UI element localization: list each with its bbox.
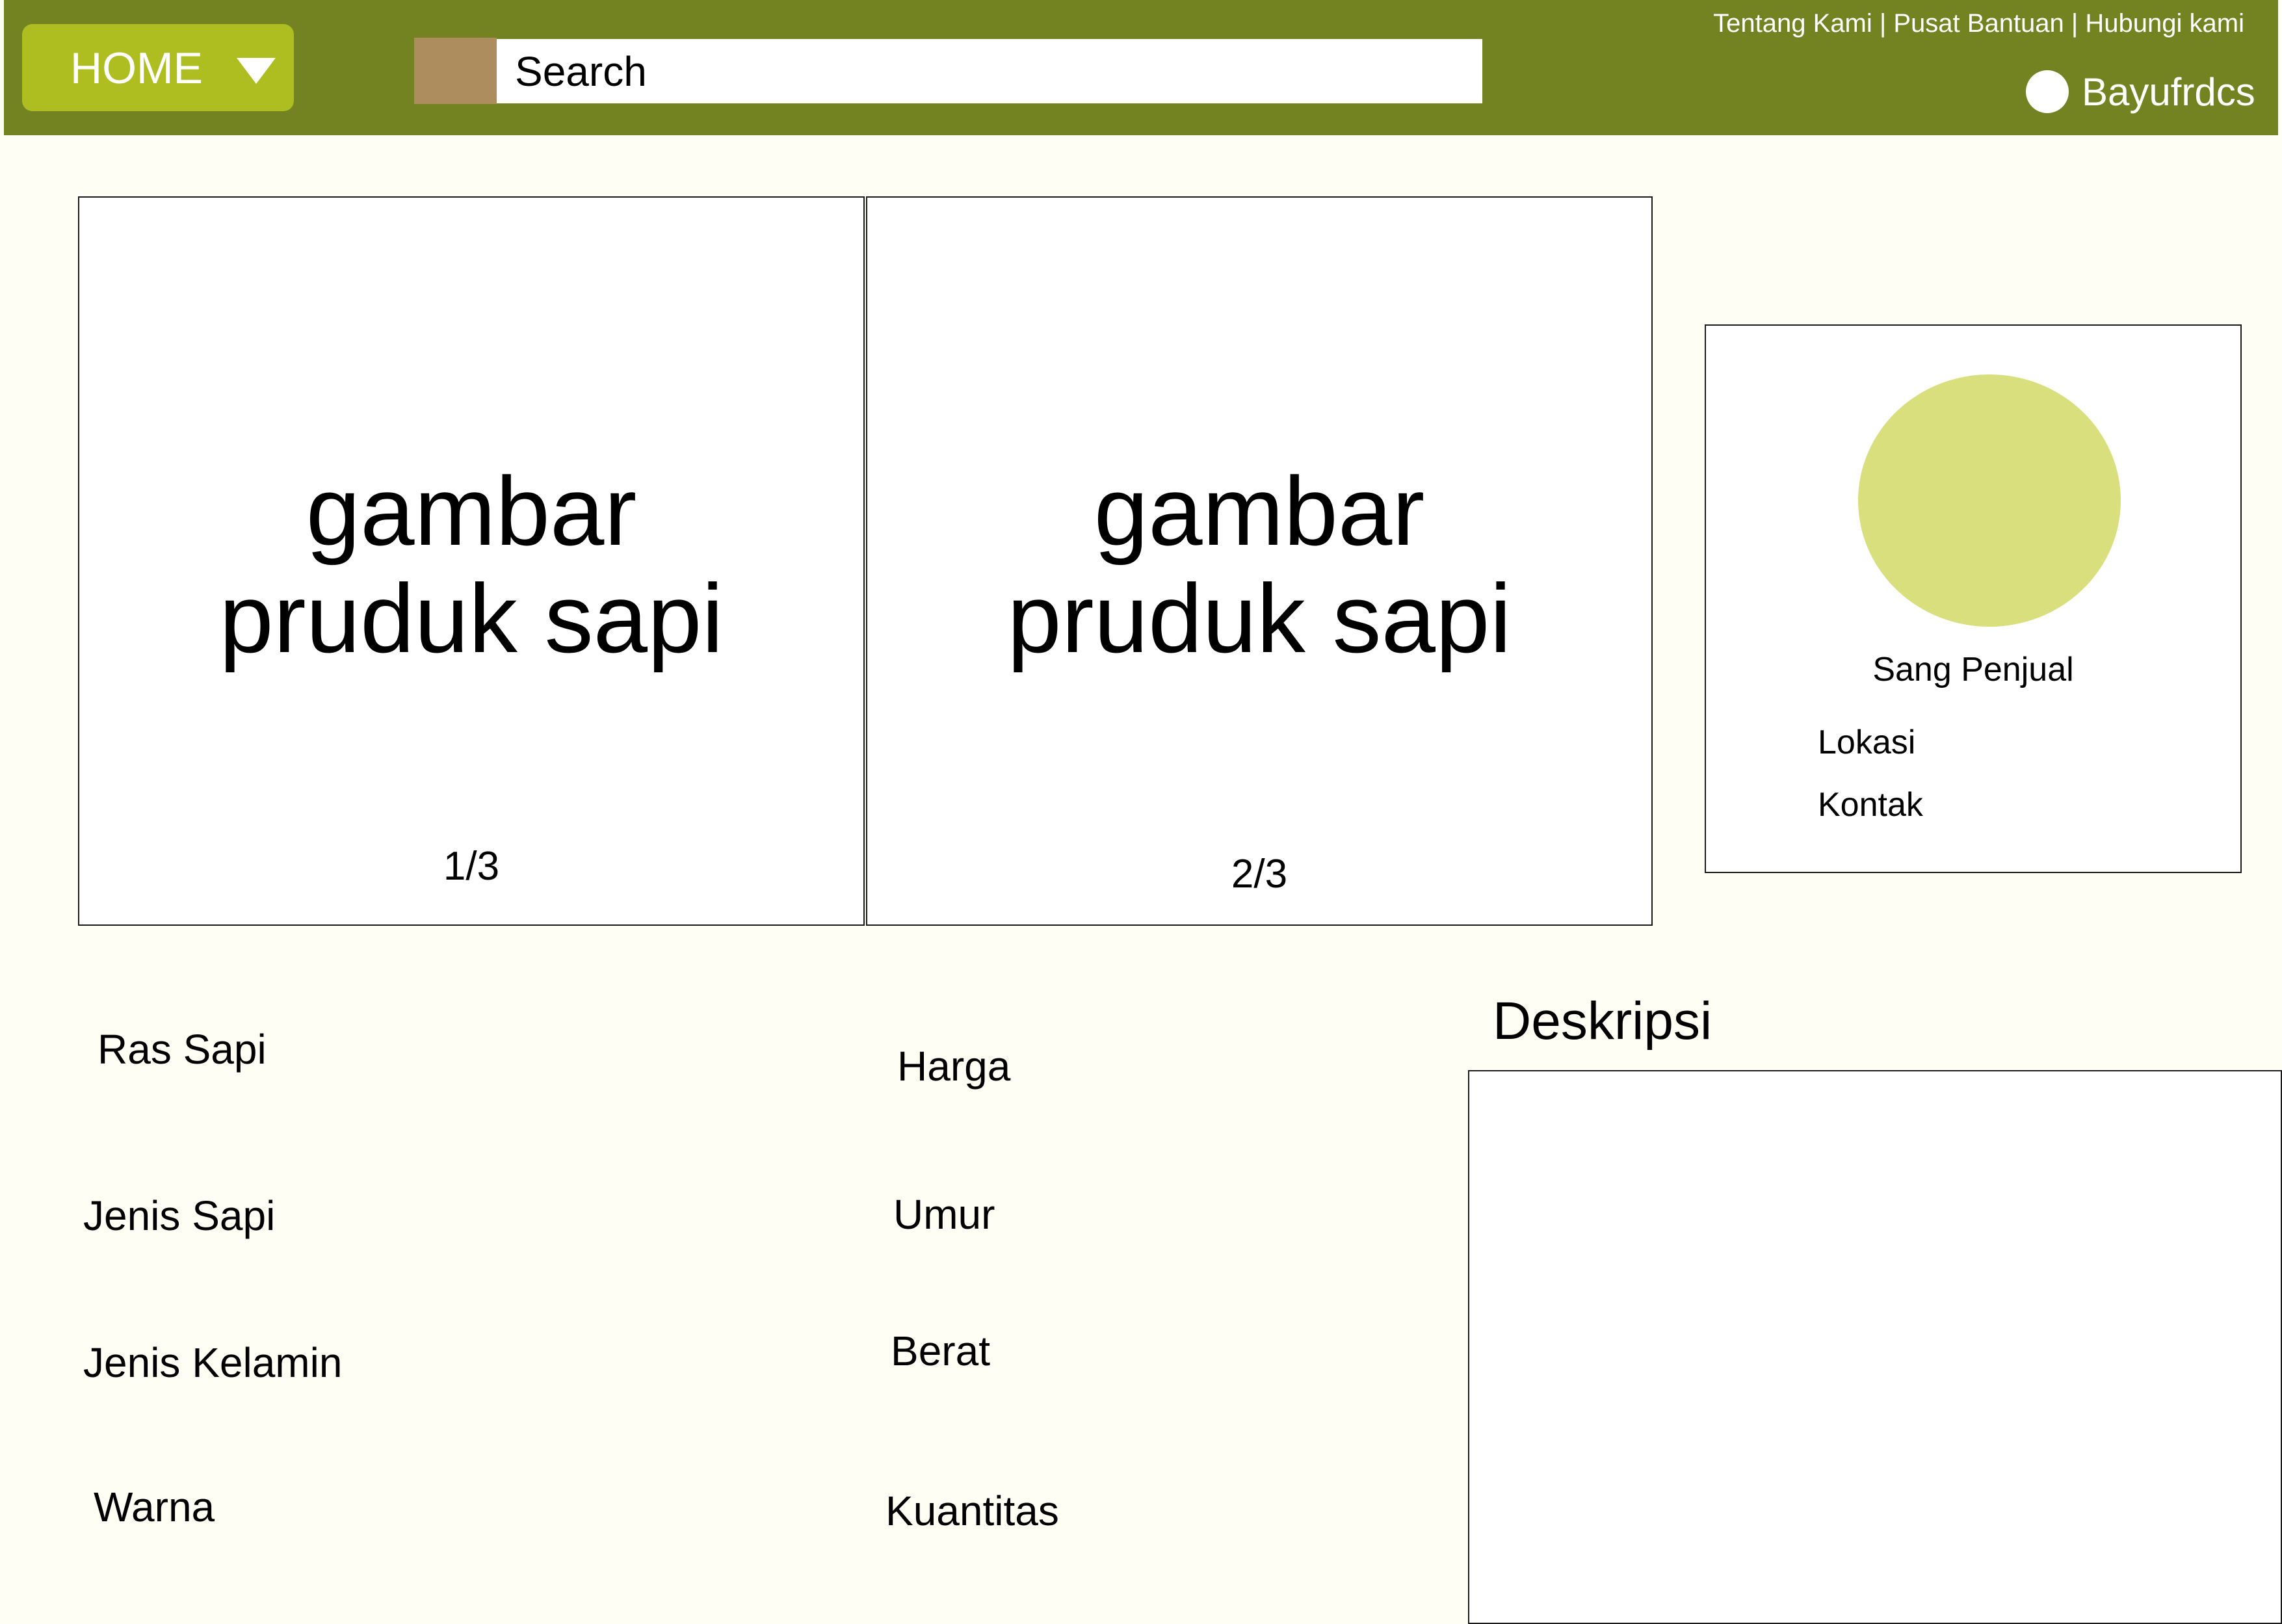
top-navigation-bar: HOME Tentang Kami | Pusat Bantuan | Hubu… — [4, 0, 2278, 135]
link-tentang-kami[interactable]: Tentang Kami — [1713, 9, 1872, 38]
attr-jenis-sapi: Jenis Sapi — [83, 1192, 276, 1239]
attr-warna: Warna — [94, 1484, 215, 1530]
link-hubungi-kami[interactable]: Hubungi kami — [2085, 9, 2244, 38]
caret-down-icon — [237, 58, 276, 84]
attr-umur: Umur — [893, 1191, 995, 1238]
search-input[interactable] — [497, 39, 1482, 103]
link-separator: | — [1872, 9, 1894, 38]
attr-harga: Harga — [897, 1043, 1011, 1090]
image-counter: 2/3 — [1231, 852, 1288, 897]
seller-avatar[interactable] — [1858, 374, 2121, 627]
seller-card: Sang Penjual Lokasi Kontak — [1705, 324, 2242, 873]
product-image-1[interactable]: gambar pruduk sapi 1/3 — [78, 196, 865, 926]
attr-jenis-kelamin: Jenis Kelamin — [83, 1339, 343, 1386]
home-dropdown-button[interactable]: HOME — [22, 24, 294, 111]
link-pusat-bantuan[interactable]: Pusat Bantuan — [1893, 9, 2064, 38]
username[interactable]: Bayufrdcs — [2082, 69, 2255, 116]
product-image-2[interactable]: gambar pruduk sapi 2/3 — [866, 196, 1653, 926]
product-image-placeholder-text: gambar pruduk sapi — [1007, 456, 1512, 673]
attr-ras-sapi: Ras Sapi — [98, 1026, 267, 1073]
link-separator: | — [2064, 9, 2086, 38]
seller-name[interactable]: Sang Penjual — [1706, 649, 2240, 690]
product-image-placeholder-text: gambar pruduk sapi — [219, 456, 724, 673]
description-title: Deskripsi — [1493, 991, 1712, 1051]
seller-location-label: Lokasi — [1818, 724, 1916, 761]
attr-kuantitas: Kuantitas — [885, 1487, 1059, 1534]
attr-berat: Berat — [891, 1328, 990, 1374]
user-avatar[interactable] — [2026, 70, 2069, 113]
top-links: Tentang Kami | Pusat Bantuan | Hubungi k… — [1713, 8, 2244, 39]
search-category-selector[interactable] — [414, 38, 497, 104]
image-counter: 1/3 — [443, 844, 500, 889]
home-label: HOME — [70, 44, 203, 93]
description-box — [1468, 1070, 2282, 1624]
seller-contact-label: Kontak — [1818, 786, 1923, 824]
